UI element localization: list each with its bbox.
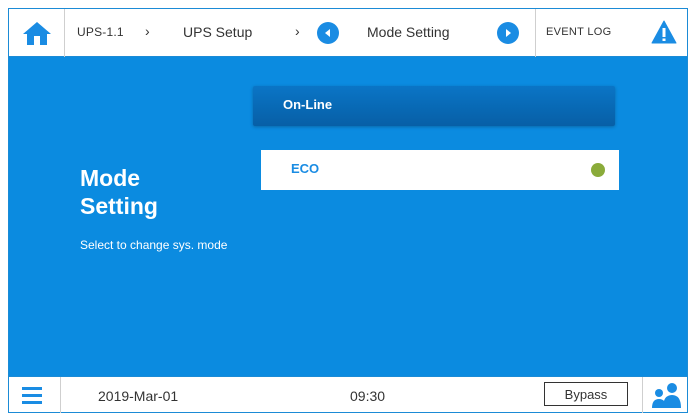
divider <box>60 377 61 413</box>
divider <box>642 377 643 413</box>
user-login-button[interactable] <box>651 381 681 414</box>
ups-screen: UPS-1.1 › UPS Setup › Mode Setting EVENT… <box>8 8 688 413</box>
breadcrumb-separator: › <box>145 23 150 39</box>
event-log-link[interactable]: EVENT LOG <box>546 26 611 38</box>
mode-option-label: ECO <box>291 161 320 176</box>
menu-icon <box>22 387 42 404</box>
selected-indicator-icon <box>591 163 605 177</box>
bypass-status-button[interactable]: Bypass <box>544 382 628 406</box>
mode-option-eco[interactable]: ECO <box>261 150 619 190</box>
alert-icon <box>651 20 677 44</box>
next-arrow-icon <box>506 29 511 37</box>
bottom-bar: 2019-Mar-01 09:30 Bypass <box>9 376 687 414</box>
divider <box>535 9 536 57</box>
breadcrumb-separator: › <box>295 23 300 39</box>
prev-page-button[interactable] <box>317 22 339 44</box>
top-bar: UPS-1.1 › UPS Setup › Mode Setting EVENT… <box>9 8 687 57</box>
users-icon <box>652 383 681 408</box>
home-icon <box>22 21 51 45</box>
date-display: 2019-Mar-01 <box>98 388 179 404</box>
breadcrumb-ups[interactable]: UPS-1.1 <box>77 25 124 39</box>
mode-option-online[interactable]: On-Line <box>253 86 615 126</box>
prev-arrow-icon <box>325 29 330 37</box>
home-button[interactable] <box>9 8 65 57</box>
breadcrumb-ups-setup[interactable]: UPS Setup <box>183 24 252 40</box>
main-panel: Mode Setting Select to change sys. mode … <box>9 58 687 376</box>
time-display: 09:30 <box>350 388 386 404</box>
next-page-button[interactable] <box>497 22 519 44</box>
page-hint: Select to change sys. mode <box>80 238 228 252</box>
page-title-crumb: Mode Setting <box>367 24 450 40</box>
alert-button[interactable] <box>651 20 677 49</box>
menu-button[interactable] <box>21 385 43 410</box>
page-title: Mode Setting <box>80 165 158 219</box>
mode-option-label: On-Line <box>283 97 333 112</box>
